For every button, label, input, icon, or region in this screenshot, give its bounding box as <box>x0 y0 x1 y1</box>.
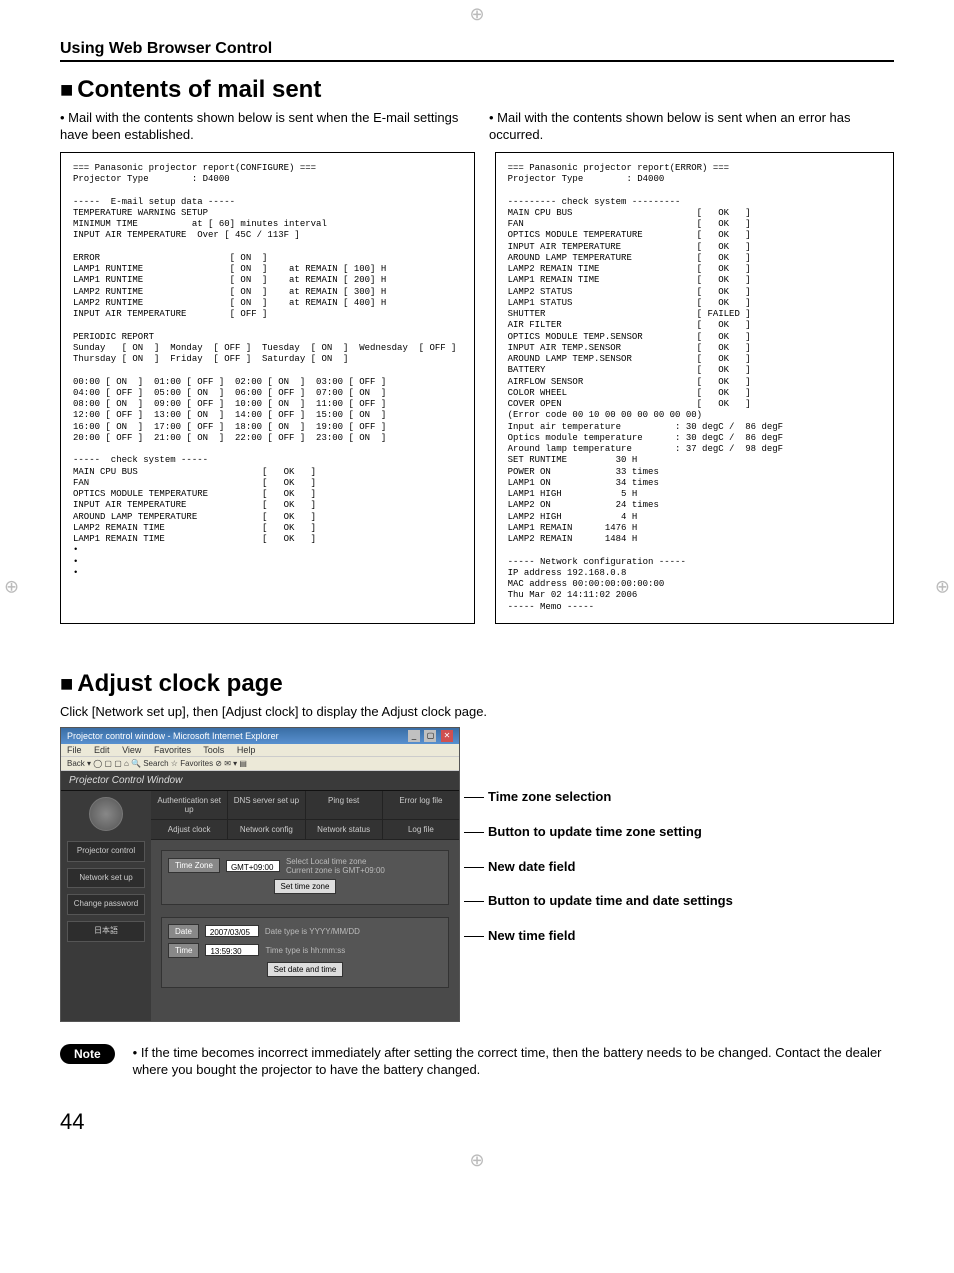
tab-network-config[interactable]: Network config <box>228 820 305 839</box>
sidebar: Projector control Network set up Change … <box>61 791 151 1021</box>
window-title: Projector control window - Microsoft Int… <box>67 731 279 741</box>
annotation-update-timezone-button: Button to update time zone setting <box>484 824 894 841</box>
close-icon[interactable]: ✕ <box>441 730 453 742</box>
date-field[interactable]: 2007/03/05 <box>205 925 259 937</box>
time-hint: Time type is hh:mm:ss <box>265 946 345 955</box>
menu-view[interactable]: View <box>122 745 141 755</box>
set-date-time-button[interactable]: Set date and time <box>267 962 344 977</box>
timezone-cluster: Time Zone GMT+09:00 Select Local time zo… <box>161 850 449 905</box>
tab-authentication-setup[interactable]: Authentication set up <box>151 791 228 819</box>
window-buttons: _ ▢ ✕ <box>406 730 453 742</box>
page-number: 44 <box>60 1109 894 1135</box>
menu-edit[interactable]: Edit <box>94 745 110 755</box>
tab-error-log-file[interactable]: Error log file <box>383 791 459 819</box>
clock-intro: Click [Network set up], then [Adjust clo… <box>60 704 894 719</box>
sidebar-item-network-setup[interactable]: Network set up <box>67 868 145 889</box>
intro-right: • Mail with the contents shown below is … <box>489 110 894 144</box>
note-pill: Note <box>60 1044 115 1064</box>
minimize-icon[interactable]: _ <box>408 730 420 742</box>
time-field[interactable]: 13:59:30 <box>205 944 259 956</box>
time-label-button: Time <box>168 943 199 958</box>
timezone-label-button: Time Zone <box>168 858 220 873</box>
heading-text: Adjust clock page <box>77 670 282 697</box>
heading-contents-of-mail-sent: ■Contents of mail sent <box>60 76 894 104</box>
menu-tools[interactable]: Tools <box>203 745 224 755</box>
crop-mark-top: ⊕ <box>469 4 484 25</box>
annotation-update-datetime-button: Button to update time and date settings <box>484 893 894 910</box>
sidebar-item-change-password[interactable]: Change password <box>67 894 145 915</box>
note-text: • If the time becomes incorrect immediat… <box>133 1044 894 1079</box>
window-titlebar: Projector control window - Microsoft Int… <box>61 728 459 744</box>
annotation-timezone-selection: Time zone selection <box>484 789 894 806</box>
maximize-icon[interactable]: ▢ <box>424 730 436 742</box>
datetime-cluster: Date 2007/03/05 Date type is YYYY/MM/DD … <box>161 917 449 988</box>
browser-toolbar: Back ▾ ◯ ▢ ▢ ⌂ 🔍 Search ☆ Favorites ⊘ ✉ … <box>61 756 459 771</box>
annotations: Time zone selection Button to update tim… <box>484 727 894 963</box>
date-label-button: Date <box>168 924 199 939</box>
tab-adjust-clock[interactable]: Adjust clock <box>151 820 228 839</box>
tab-dns-server-setup[interactable]: DNS server set up <box>228 791 305 819</box>
mail-report-configure: === Panasonic projector report(CONFIGURE… <box>60 152 475 624</box>
crop-mark-bottom: ⊕ <box>469 1150 484 1171</box>
projector-control-window-header: Projector Control Window <box>61 771 459 791</box>
tab-ping-test[interactable]: Ping test <box>306 791 383 819</box>
date-hint: Date type is YYYY/MM/DD <box>265 927 360 936</box>
menu-help[interactable]: Help <box>237 745 256 755</box>
crop-mark-right: ⊕ <box>935 577 950 598</box>
tab-network-status[interactable]: Network status <box>306 820 383 839</box>
section-header: Using Web Browser Control <box>60 40 894 62</box>
crop-mark-left: ⊕ <box>4 577 19 598</box>
annotation-new-date-field: New date field <box>484 859 894 876</box>
menubar: File Edit View Favorites Tools Help <box>61 744 459 756</box>
sidebar-item-japanese[interactable]: 日本語 <box>67 921 145 942</box>
annotation-new-time-field: New time field <box>484 928 894 945</box>
intro-left: • Mail with the contents shown below is … <box>60 110 465 144</box>
timezone-hint: Select Local time zoneCurrent zone is GM… <box>286 857 385 875</box>
heading-adjust-clock-page: ■Adjust clock page <box>60 670 894 698</box>
set-timezone-button[interactable]: Set time zone <box>274 879 337 894</box>
timezone-select[interactable]: GMT+09:00 <box>226 860 280 872</box>
sidebar-item-projector-control[interactable]: Projector control <box>67 841 145 862</box>
square-marker-icon: ■ <box>60 671 73 696</box>
square-marker-icon: ■ <box>60 77 73 102</box>
heading-text: Contents of mail sent <box>77 76 321 103</box>
logo-icon <box>89 797 123 831</box>
menu-favorites[interactable]: Favorites <box>154 745 191 755</box>
browser-window: Projector control window - Microsoft Int… <box>60 727 460 1022</box>
menu-file[interactable]: File <box>67 745 82 755</box>
tab-log-file[interactable]: Log file <box>383 820 459 839</box>
mail-report-error: === Panasonic projector report(ERROR) ==… <box>495 152 894 624</box>
